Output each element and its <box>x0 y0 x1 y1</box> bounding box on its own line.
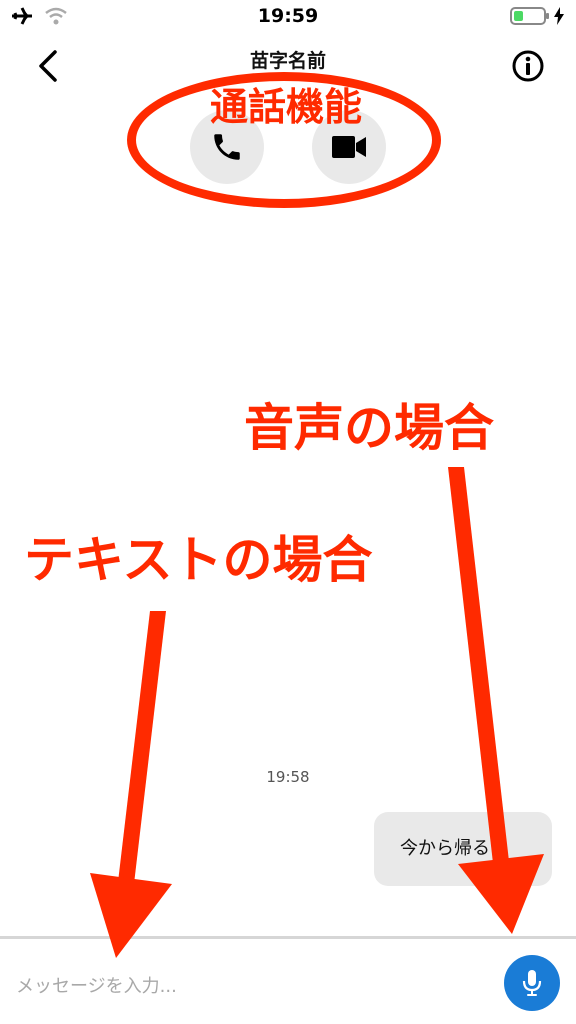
info-icon <box>512 50 544 82</box>
message-input[interactable] <box>14 965 478 1007</box>
battery-icon <box>510 7 549 25</box>
voice-call-button[interactable] <box>190 110 264 184</box>
phone-icon <box>214 134 240 160</box>
message-timestamp: 19:58 <box>266 768 310 786</box>
message-input-bar <box>0 936 576 1024</box>
annotation-text-case: テキストの場合 <box>24 531 373 589</box>
microphone-button[interactable] <box>504 955 560 1011</box>
status-bar-right <box>510 6 564 26</box>
video-call-button[interactable] <box>312 110 386 184</box>
info-button[interactable] <box>510 48 546 84</box>
status-time: 19:59 <box>257 5 319 27</box>
video-camera-icon <box>332 136 366 158</box>
microphone-icon <box>522 970 542 996</box>
contact-name: 苗字名前 <box>249 50 326 72</box>
message-text: 今から帰るよ <box>400 838 508 859</box>
chat-header: 苗字名前 <box>0 34 576 98</box>
annotation-voice-case: 音声の場合 <box>244 399 494 457</box>
charging-icon <box>554 7 564 25</box>
message-bubble-outgoing: 今から帰るよ <box>374 812 552 886</box>
status-bar: 19:59 <box>0 0 576 34</box>
